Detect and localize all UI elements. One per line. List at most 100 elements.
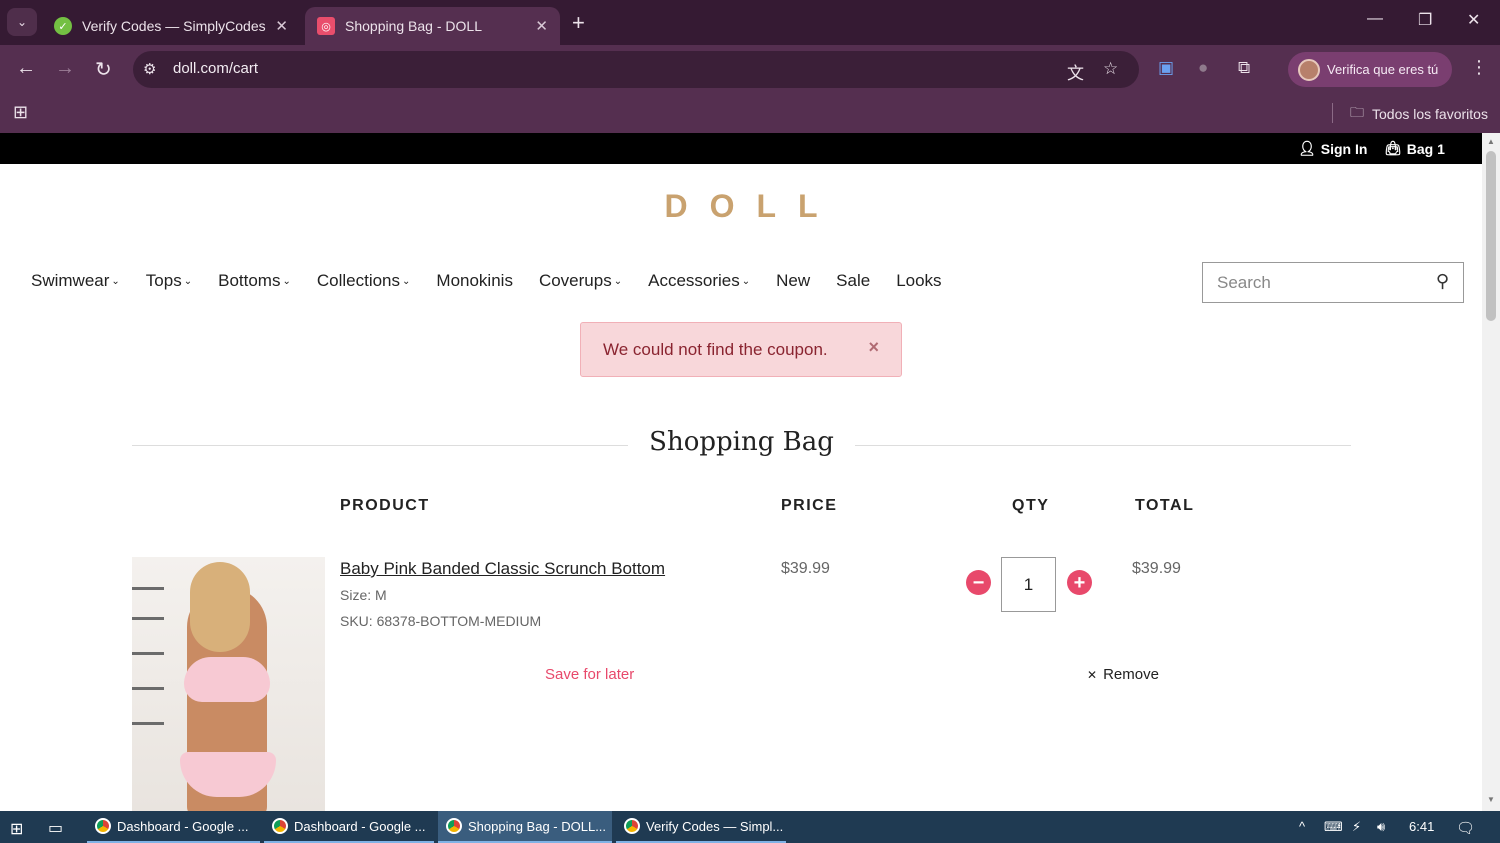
- minimize-icon[interactable]: —: [1367, 10, 1383, 28]
- scroll-up-icon[interactable]: ▲: [1487, 137, 1495, 146]
- forward-icon[interactable]: →: [55, 57, 75, 80]
- decrease-quantity-button[interactable]: −: [966, 570, 991, 595]
- sign-in-label: Sign In: [1320, 140, 1368, 157]
- tray-chevron-icon[interactable]: ^: [1299, 819, 1305, 834]
- apps-grid-icon[interactable]: ⊞: [13, 102, 28, 123]
- tab-verify-codes[interactable]: ✓ Verify Codes — SimplyCodes ✕: [42, 7, 300, 45]
- bag-link[interactable]: 👜︎ Bag 1: [1384, 140, 1445, 157]
- main-navigation: Swimwear ⌄ Tops ⌄ Bottoms ⌄ Collections ⌄ Mo…: [31, 271, 968, 291]
- translate-extension-icon[interactable]: ▣: [1158, 58, 1174, 78]
- bookmarks-bar: ⊞ 🗀 Todos los favoritos: [0, 95, 1500, 133]
- taskbar-item-dashboard-2[interactable]: Dashboard - Google ...: [264, 811, 434, 843]
- sign-in-link[interactable]: 👤︎ Sign In: [1298, 140, 1367, 157]
- task-view-icon[interactable]: ▭: [48, 818, 63, 838]
- search-input[interactable]: Search ⚲: [1202, 262, 1464, 303]
- background-rail: [132, 587, 164, 590]
- nav-item-sale[interactable]: Sale: [836, 271, 870, 291]
- coupon-error-alert: We could not find the coupon. ×: [580, 322, 902, 377]
- search-icon[interactable]: ⚲: [1436, 271, 1449, 292]
- doll-favicon-icon: ◎: [317, 17, 335, 35]
- product-name-link[interactable]: Baby Pink Banded Classic Scrunch Bottom: [340, 559, 665, 579]
- taskbar-item-verify-codes[interactable]: Verify Codes — Simpl...: [616, 811, 786, 843]
- site-logo[interactable]: DOLL: [0, 188, 1482, 225]
- browser-menu-icon[interactable]: ⋮: [1470, 57, 1488, 78]
- all-bookmarks-button[interactable]: 🗀 Todos los favoritos: [1350, 102, 1488, 126]
- bikini-top: [184, 657, 270, 702]
- nav-item-bottoms[interactable]: Bottoms ⌄: [218, 271, 291, 291]
- nav-item-coverups[interactable]: Coverups ⌄: [539, 271, 622, 291]
- volume-icon[interactable]: 🔊︎: [1377, 819, 1385, 835]
- extensions-puzzle-icon[interactable]: ⧉: [1238, 58, 1250, 78]
- profile-button[interactable]: Verifica que eres tú: [1288, 52, 1452, 87]
- product-sku: SKU: 68378-BOTTOM-MEDIUM: [340, 613, 542, 629]
- back-icon[interactable]: ←: [16, 57, 36, 80]
- column-header-product: PRODUCT: [340, 497, 430, 514]
- increase-quantity-button[interactable]: +: [1067, 570, 1092, 595]
- tab-shopping-bag[interactable]: ◎ Shopping Bag - DOLL ✕: [305, 7, 560, 45]
- chevron-down-icon: ⌄: [282, 275, 291, 287]
- avatar: [1298, 58, 1320, 81]
- background-rail: [132, 722, 164, 725]
- tab-search-button[interactable]: ⌄: [7, 8, 37, 36]
- close-window-icon[interactable]: ✕: [1467, 10, 1480, 30]
- new-tab-icon[interactable]: +: [572, 10, 585, 36]
- browser-tab-bar: ⌄ ✓ Verify Codes — SimplyCodes ✕ ◎ Shopp…: [0, 0, 1500, 45]
- url-text[interactable]: doll.com/cart: [173, 60, 258, 77]
- scrollbar-thumb[interactable]: [1486, 151, 1496, 321]
- chrome-icon: [446, 818, 462, 834]
- nav-label: Collections: [316, 271, 401, 290]
- reload-icon[interactable]: ↻: [95, 57, 112, 82]
- background-rail: [132, 687, 164, 690]
- taskbar-item-shopping-bag[interactable]: Shopping Bag - DOLL...: [438, 811, 612, 843]
- chevron-down-icon: ⌄: [613, 275, 623, 287]
- site-top-bar: 👤︎ Sign In 👜︎ Bag 1: [0, 133, 1482, 164]
- clock[interactable]: 6:41: [1409, 819, 1434, 834]
- line-total: $39.99: [1132, 560, 1181, 577]
- nav-label: Monokinis: [436, 271, 513, 290]
- scroll-down-icon[interactable]: ▼: [1487, 795, 1495, 804]
- ime-icon[interactable]: ⌨: [1324, 819, 1343, 835]
- close-alert-icon[interactable]: ×: [868, 337, 879, 358]
- background-rail: [132, 617, 164, 620]
- remove-label: Remove: [1103, 666, 1159, 683]
- chrome-icon: [624, 818, 640, 834]
- nav-item-new[interactable]: New: [776, 271, 810, 291]
- nav-item-swimwear[interactable]: Swimwear ⌄: [31, 271, 120, 291]
- save-for-later-link[interactable]: Save for later: [545, 666, 634, 683]
- windows-start-icon[interactable]: ⊞: [10, 819, 23, 839]
- folder-icon: 🗀: [1350, 104, 1364, 120]
- extension-icon[interactable]: ●: [1198, 58, 1208, 78]
- restore-icon[interactable]: ❐: [1418, 10, 1432, 30]
- network-icon[interactable]: ⚡: [1352, 819, 1361, 835]
- taskbar-label: Verify Codes — Simpl...: [646, 818, 784, 834]
- nav-label: Swimwear: [31, 271, 110, 290]
- bag-label: Bag 1: [1406, 140, 1445, 157]
- close-tab-icon[interactable]: ✕: [275, 17, 288, 35]
- nav-item-collections[interactable]: Collections ⌄: [317, 271, 411, 291]
- nav-label: Tops: [145, 271, 182, 290]
- site-info-icon[interactable]: ⚙: [143, 60, 156, 78]
- address-bar[interactable]: ⚙ doll.com/cart 文 ☆: [133, 51, 1139, 88]
- product-image[interactable]: [132, 557, 325, 811]
- minus-icon: −: [972, 571, 985, 594]
- chrome-icon: [95, 818, 111, 834]
- chevron-down-icon: ⌄: [111, 275, 120, 287]
- page-scrollbar[interactable]: ▲ ▼: [1482, 133, 1500, 811]
- nav-item-tops[interactable]: Tops ⌄: [146, 271, 192, 291]
- user-icon: 👤︎: [1298, 140, 1316, 156]
- nav-item-looks[interactable]: Looks: [896, 271, 941, 291]
- nav-item-accessories[interactable]: Accessories ⌄: [648, 271, 750, 291]
- quantity-input[interactable]: 1: [1001, 557, 1056, 612]
- taskbar-item-dashboard-1[interactable]: Dashboard - Google ...: [87, 811, 260, 843]
- simplycodes-favicon-icon: ✓: [54, 17, 72, 35]
- notifications-icon[interactable]: 🗨︎: [1456, 819, 1475, 837]
- bookmark-star-icon[interactable]: ☆: [1103, 59, 1118, 79]
- tab-title: Verify Codes — SimplyCodes: [82, 18, 266, 34]
- nav-item-monokinis[interactable]: Monokinis: [436, 271, 513, 291]
- remove-item-button[interactable]: ✕ Remove: [1087, 666, 1159, 683]
- nav-label: Coverups: [538, 271, 612, 290]
- translate-icon[interactable]: 文: [1067, 59, 1084, 84]
- plus-icon: +: [1073, 571, 1086, 594]
- close-tab-icon[interactable]: ✕: [535, 17, 548, 35]
- chevron-down-icon: ⌄: [402, 275, 411, 287]
